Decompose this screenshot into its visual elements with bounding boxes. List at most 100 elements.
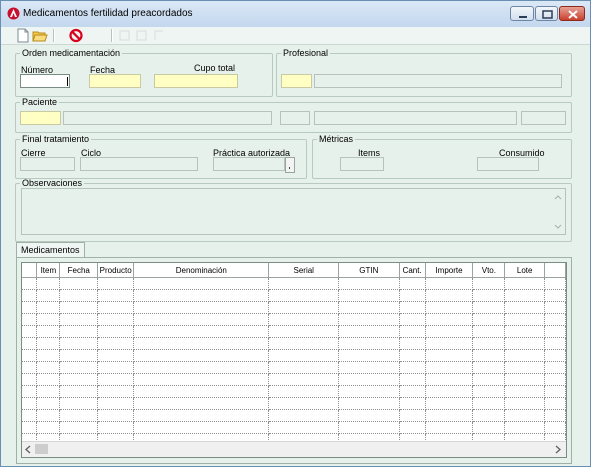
maximize-button[interactable] [535,6,558,21]
table-cell[interactable] [472,325,506,338]
table-cell[interactable] [399,337,426,350]
table-row[interactable] [22,289,566,302]
table-cell[interactable] [268,385,340,398]
table-row[interactable] [22,325,566,338]
table-cell[interactable] [36,361,61,374]
table-cell[interactable] [544,313,566,326]
table-cell[interactable] [133,361,270,374]
table-cell[interactable] [97,325,135,338]
table-cell[interactable] [544,289,566,302]
table-cell[interactable] [59,313,99,326]
table-cell[interactable] [97,337,135,350]
table-cell[interactable] [59,301,99,314]
table-cell[interactable] [425,301,474,314]
table-cell[interactable] [59,337,99,350]
table-cell[interactable] [544,385,566,398]
table-cell[interactable] [133,349,270,362]
table-row[interactable] [22,397,566,410]
table-cell[interactable] [268,397,340,410]
table-cell[interactable] [36,409,61,422]
table-cell[interactable] [504,277,546,290]
open-folder-icon[interactable] [32,28,48,43]
table-cell[interactable] [268,301,340,314]
table-cell[interactable] [22,421,38,434]
table-cell[interactable] [472,409,506,422]
column-header[interactable] [544,263,566,278]
observaciones-textarea[interactable] [21,188,566,235]
table-row[interactable] [22,385,566,398]
table-cell[interactable] [268,313,340,326]
table-cell[interactable] [59,349,99,362]
tab-medicamentos[interactable]: Medicamentos [16,242,85,258]
column-header[interactable]: Producto [97,263,135,278]
column-header[interactable]: Item [36,263,61,278]
table-cell[interactable] [59,397,99,410]
table-cell[interactable] [338,409,400,422]
table-cell[interactable] [399,313,426,326]
table-cell[interactable] [472,349,506,362]
table-cell[interactable] [36,289,61,302]
table-cell[interactable] [544,277,566,290]
table-cell[interactable] [472,337,506,350]
table-cell[interactable] [399,409,426,422]
table-cell[interactable] [472,385,506,398]
table-cell[interactable] [268,373,340,386]
table-cell[interactable] [472,397,506,410]
table-cell[interactable] [268,337,340,350]
table-cell[interactable] [22,397,38,410]
table-cell[interactable] [544,421,566,434]
table-cell[interactable] [338,421,400,434]
paciente-code-input[interactable] [20,111,61,125]
table-cell[interactable] [268,277,340,290]
close-button[interactable] [559,6,585,21]
table-cell[interactable] [36,385,61,398]
table-cell[interactable] [133,289,270,302]
table-cell[interactable] [97,349,135,362]
table-cell[interactable] [544,373,566,386]
table-cell[interactable] [97,361,135,374]
table-cell[interactable] [36,397,61,410]
table-cell[interactable] [22,361,38,374]
cupo-total-input[interactable] [154,74,238,88]
table-cell[interactable] [97,397,135,410]
table-cell[interactable] [425,337,474,350]
table-row[interactable] [22,421,566,434]
table-cell[interactable] [544,337,566,350]
table-cell[interactable] [338,325,400,338]
table-cell[interactable] [133,313,270,326]
practica-lookup-button[interactable] [285,157,295,173]
table-cell[interactable] [36,349,61,362]
table-cell[interactable] [544,325,566,338]
table-cell[interactable] [133,373,270,386]
table-cell[interactable] [338,301,400,314]
horizontal-scrollbar[interactable] [22,441,566,457]
table-cell[interactable] [399,289,426,302]
table-cell[interactable] [97,301,135,314]
table-cell[interactable] [425,277,474,290]
table-cell[interactable] [399,277,426,290]
table-cell[interactable] [338,337,400,350]
table-cell[interactable] [504,313,546,326]
table-cell[interactable] [22,289,38,302]
table-cell[interactable] [133,325,270,338]
table-cell[interactable] [504,349,546,362]
table-cell[interactable] [472,301,506,314]
observaciones-scrollbar[interactable] [551,189,565,234]
table-cell[interactable] [22,277,38,290]
table-cell[interactable] [425,313,474,326]
table-cell[interactable] [399,325,426,338]
table-cell[interactable] [133,277,270,290]
table-cell[interactable] [36,277,61,290]
table-cell[interactable] [504,289,546,302]
table-cell[interactable] [504,301,546,314]
table-cell[interactable] [472,361,506,374]
table-row[interactable] [22,277,566,290]
table-cell[interactable] [268,361,340,374]
table-cell[interactable] [36,373,61,386]
table-cell[interactable] [133,397,270,410]
table-row[interactable] [22,337,566,350]
table-cell[interactable] [504,337,546,350]
table-cell[interactable] [97,289,135,302]
table-cell[interactable] [36,337,61,350]
table-cell[interactable] [425,397,474,410]
